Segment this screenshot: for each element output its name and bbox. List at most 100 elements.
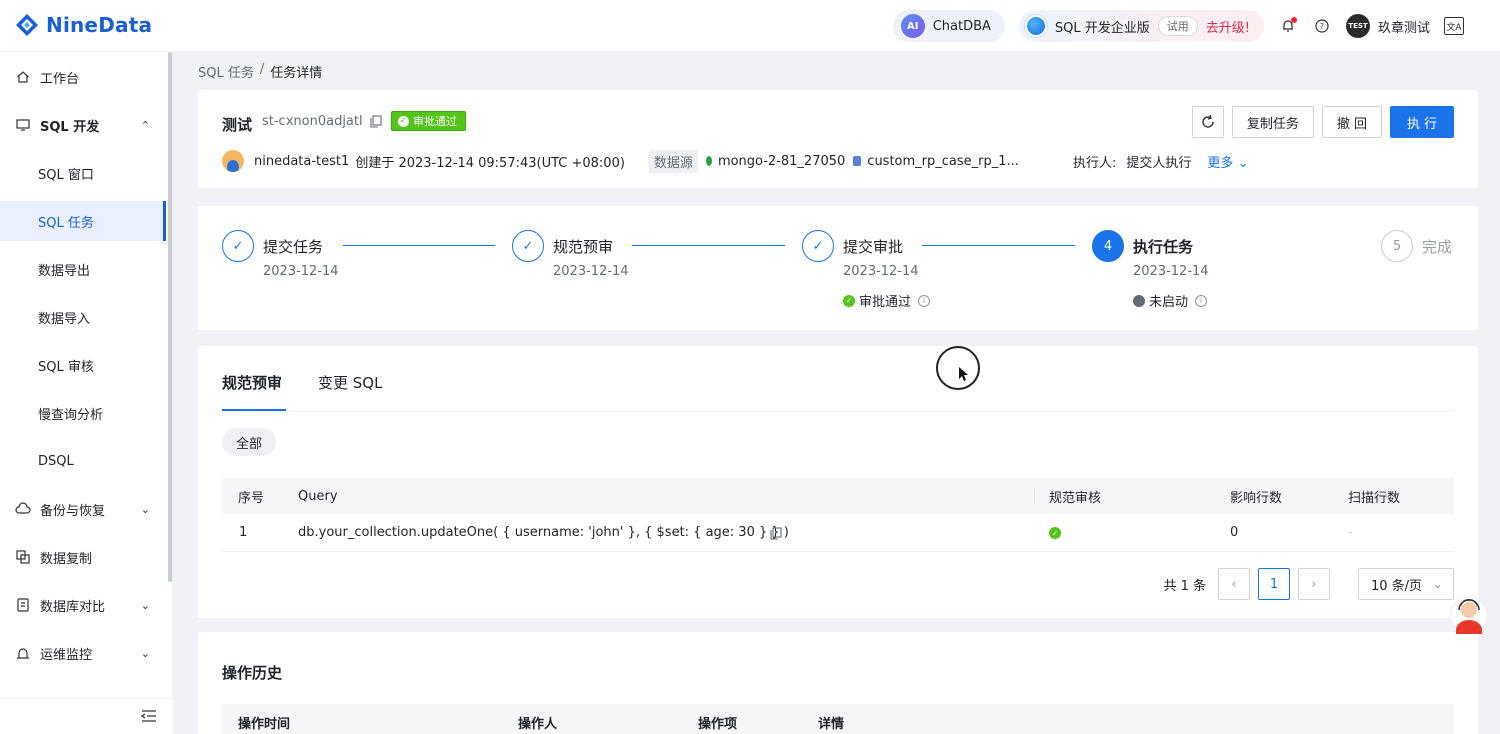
- step-date: 2023-12-14: [843, 264, 919, 279]
- step-number: 4: [1092, 230, 1124, 262]
- copy-task-button[interactable]: 复制任务: [1231, 106, 1314, 138]
- home-icon: [15, 69, 31, 85]
- more-link[interactable]: 更多 ⌄: [1207, 152, 1248, 171]
- executor-value: 提交人执行: [1126, 155, 1192, 171]
- filter-all-chip[interactable]: 全部: [222, 428, 277, 456]
- sidebar-item-backup[interactable]: 备份与恢复 ⌄: [0, 489, 166, 529]
- sidebar-item-sql-window[interactable]: SQL 窗口: [0, 153, 166, 193]
- datasource-label: 数据源: [648, 149, 698, 173]
- tab-bar: 规范预审 变更 SQL: [222, 368, 1454, 412]
- page-1-button[interactable]: 1: [1258, 568, 1290, 600]
- step-title: 完成: [1422, 238, 1453, 256]
- task-header-card: 测试 st-cxnon0adjatl ✓ 审批通过 ninedata-test1…: [198, 90, 1478, 188]
- step-title: 提交任务: [263, 238, 324, 256]
- execute-button[interactable]: 执 行: [1390, 106, 1454, 138]
- col-scanned: 扫描行数: [1348, 490, 1401, 506]
- check-circle-icon: ✓: [1049, 527, 1061, 539]
- user-menu[interactable]: TEST 玖章测试: [1345, 14, 1430, 38]
- sidebar-item-label: 数据库对比: [40, 599, 106, 615]
- notification-button[interactable]: [1278, 16, 1298, 36]
- sidebar-item-data-import[interactable]: 数据导入: [0, 297, 166, 337]
- sidebar-item-replication[interactable]: 数据复制: [0, 537, 166, 577]
- edition-banner[interactable]: SQL 开发企业版 试用 去升级!: [1018, 10, 1264, 42]
- status-badge: ✓ 审批通过: [391, 111, 466, 131]
- sidebar-item-sql-dev[interactable]: SQL 开发 ⌃: [0, 105, 166, 145]
- history-table-header: 操作时间 操作人 操作项 详情: [222, 704, 1454, 734]
- sidebar-item-label: SQL 开发: [40, 119, 100, 135]
- breadcrumb-separator: /: [259, 62, 265, 77]
- task-name: 测试: [222, 116, 253, 134]
- col-time: 操作时间: [238, 717, 291, 732]
- sidebar-item-label: SQL 窗口: [38, 167, 94, 183]
- review-table: 序号 Query 规范审核 影响行数 扫描行数 1 db.your_collec…: [222, 478, 1454, 552]
- globe-icon: [1024, 15, 1047, 37]
- tab-change-sql[interactable]: 变更 SQL: [318, 372, 382, 393]
- help-button[interactable]: ?: [1312, 16, 1332, 36]
- check-icon: ✓: [512, 230, 544, 262]
- column-divider[interactable]: [1034, 488, 1035, 504]
- col-detail: 详情: [818, 717, 845, 732]
- task-actions: 复制任务 撤 回 执 行: [1191, 106, 1454, 138]
- step-title: 规范预审: [553, 238, 614, 256]
- sidebar-item-monitor[interactable]: 运维监控 ⌄: [0, 633, 166, 673]
- page-size-select[interactable]: 10 条/页 ⌄: [1358, 568, 1454, 600]
- datasource-name[interactable]: mongo-2-81_27050: [718, 154, 845, 169]
- executor-label: 执行人:: [1073, 155, 1117, 171]
- collapse-menu-icon[interactable]: [141, 709, 157, 723]
- chatdba-button[interactable]: AI ChatDBA: [892, 10, 1005, 42]
- help-icon: ?: [1315, 19, 1329, 33]
- step-title: 提交审批: [843, 238, 904, 256]
- chevron-down-icon: ⌄: [140, 598, 150, 612]
- chatdba-label: ChatDBA: [932, 18, 991, 34]
- row-scanned: -: [1348, 525, 1353, 540]
- sidebar-item-workbench[interactable]: 工作台: [0, 57, 166, 97]
- sidebar-item-dsql[interactable]: DSQL: [0, 441, 166, 481]
- status-badge-label: 审批通过: [413, 115, 457, 128]
- step-date: 2023-12-14: [263, 264, 339, 279]
- step-title: 执行任务: [1133, 238, 1194, 256]
- sidebar-item-db-compare[interactable]: 数据库对比 ⌄: [0, 585, 166, 625]
- mongodb-leaf-icon: [705, 156, 712, 166]
- customer-service-avatar-icon[interactable]: [1450, 594, 1488, 636]
- prev-page-button[interactable]: ‹: [1218, 568, 1250, 600]
- avatar: TEST: [1345, 14, 1370, 38]
- copy-icon[interactable]: [770, 527, 782, 540]
- language-switch-icon[interactable]: 文A: [1444, 17, 1464, 35]
- sidebar-item-data-export[interactable]: 数据导出: [0, 249, 166, 289]
- sidebar-item-sql-review[interactable]: SQL 审核: [0, 345, 166, 385]
- revoke-button[interactable]: 撤 回: [1321, 106, 1382, 138]
- copy-icon[interactable]: [370, 115, 382, 128]
- sidebar-item-slow-query[interactable]: 慢查询分析: [0, 393, 166, 433]
- sidebar-item-sql-task[interactable]: SQL 任务: [0, 201, 166, 241]
- sidebar-item-label: DSQL: [38, 453, 74, 469]
- chevron-down-icon: ⌄: [1432, 576, 1443, 592]
- svg-text:?: ?: [1320, 22, 1324, 31]
- sidebar-scrollbar[interactable]: [168, 52, 172, 582]
- step-status: ✓ 审批通过 i: [843, 291, 931, 310]
- breadcrumb-current: 任务详情: [270, 66, 323, 81]
- task-meta: ninedata-test1 创建于 2023-12-14 09:57:43(U…: [222, 149, 1019, 173]
- logo[interactable]: NineData: [14, 12, 152, 38]
- row-affected: 0: [1230, 525, 1239, 540]
- sidebar-item-label: 数据导入: [38, 311, 91, 327]
- next-page-button[interactable]: ›: [1298, 568, 1330, 600]
- monitor-icon: [15, 117, 31, 133]
- breadcrumb-parent[interactable]: SQL 任务: [198, 62, 254, 81]
- row-index: 1: [239, 525, 248, 540]
- sidebar: 工作台 SQL 开发 ⌃ SQL 窗口 SQL 任务 数据导出 数据导入 SQL…: [0, 52, 173, 734]
- table-header: 序号 Query 规范审核 影响行数 扫描行数: [222, 478, 1454, 514]
- upgrade-link[interactable]: 去升级!: [1206, 17, 1250, 36]
- tab-review[interactable]: 规范预审: [222, 372, 282, 393]
- check-circle-icon: ✓: [843, 294, 855, 307]
- step-date: 2023-12-14: [1133, 264, 1209, 279]
- user-name: 玖章测试: [1377, 20, 1430, 36]
- info-icon[interactable]: i: [1195, 294, 1208, 307]
- copy-db-icon: [15, 549, 31, 565]
- step-connector: [343, 245, 495, 246]
- pagination: 共 1 条 ‹ 1 › 10 条/页 ⌄: [1163, 568, 1454, 600]
- database-name[interactable]: custom_rp_case_rp_1...: [867, 154, 1019, 169]
- sidebar-footer: [0, 698, 173, 734]
- info-icon[interactable]: i: [918, 294, 931, 307]
- refresh-button[interactable]: [1191, 106, 1224, 138]
- step-number: 5: [1381, 230, 1413, 262]
